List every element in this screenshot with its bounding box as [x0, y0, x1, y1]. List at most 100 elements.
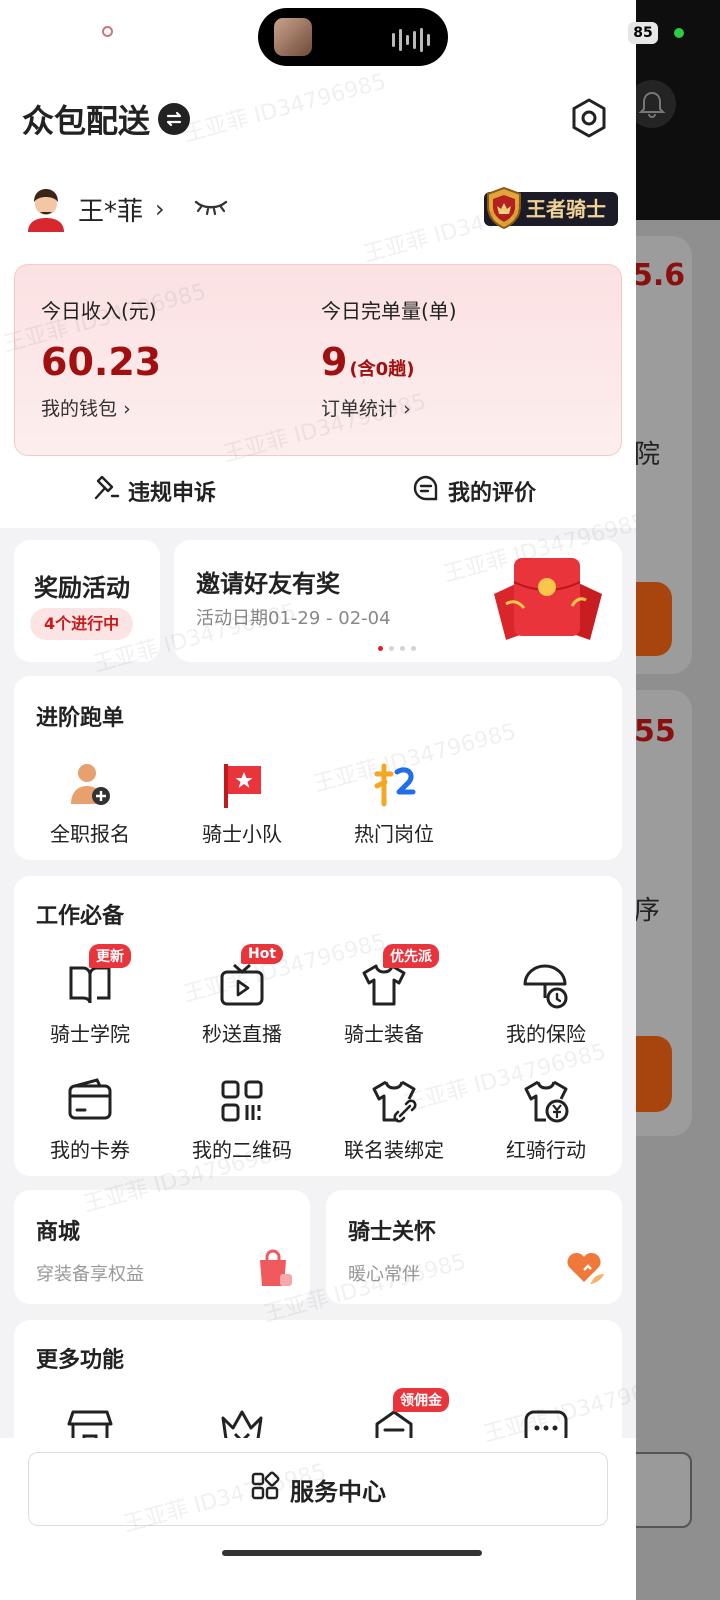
appeal-button[interactable]: 违规申诉: [92, 474, 216, 508]
user-name: 王*菲: [78, 196, 144, 227]
hot-tag: Hot: [241, 944, 284, 964]
knight-academy-item[interactable]: 更新 骑士学院: [14, 944, 166, 1047]
insurance-umbrella-icon: [521, 960, 571, 1010]
user-profile-row[interactable]: 王*菲 ›: [24, 186, 229, 232]
wallet-link-label: 我的钱包: [41, 398, 118, 420]
item-label: 全职报名: [50, 822, 130, 846]
red-rider-action-item[interactable]: 红骑行动: [470, 1076, 622, 1163]
battery-indicator: 85: [628, 22, 658, 44]
mall-title: 商城: [36, 1220, 81, 1245]
background-text: 55: [634, 714, 676, 749]
reward-title: 奖励活动: [34, 574, 130, 602]
audio-wave-icon: [392, 28, 430, 52]
order-stats-link-label: 订单统计: [321, 398, 398, 420]
knight-team-flag-icon: [217, 760, 267, 810]
section-title: 工作必备: [36, 904, 125, 929]
app-title-row[interactable]: 众包配送: [22, 96, 191, 142]
king-shield-icon: [484, 186, 524, 230]
red-envelope-icon: [486, 554, 610, 646]
background-text: 院: [634, 440, 661, 470]
item-label: 我的保险: [506, 1022, 586, 1046]
update-tag: 更新: [89, 944, 131, 968]
invite-title: 邀请好友有奖: [196, 570, 340, 598]
knight-gear-item[interactable]: 优先派 骑士装备: [308, 944, 460, 1047]
heart-hand-icon: [564, 1248, 606, 1292]
work-essentials-section: 工作必备 更新 骑士学院 Hot 秒送直播 优先派 骑士装备 我的保险 我的卡券…: [14, 876, 622, 1176]
today-income-value: 60.23: [41, 340, 162, 384]
settings-gear-icon[interactable]: [568, 96, 610, 140]
live-tv-icon: Hot: [217, 944, 284, 1010]
active-count-pill: 4个进行中: [30, 608, 134, 640]
camera-in-use-dot: [674, 28, 684, 38]
chevron-right-icon: ›: [403, 398, 411, 420]
item-label: 骑士装备: [344, 1022, 424, 1046]
my-coupons-item[interactable]: 我的卡券: [14, 1076, 166, 1163]
shirt-yen-icon: [521, 1076, 571, 1126]
app-title: 众包配送: [22, 102, 151, 140]
today-income-card: 今日收入(元) 60.23 我的钱包 › 今日完单量(单) 9 (含0趟) 订单统…: [14, 264, 622, 456]
fulltime-signup-item[interactable]: 全职报名: [14, 760, 166, 847]
quick-links: 违规申诉 我的评价: [0, 468, 636, 514]
today-income-label: 今日收入(元): [41, 299, 157, 323]
section-title: 进阶跑单: [36, 706, 125, 731]
section-title: 更多功能: [36, 1348, 125, 1373]
switch-mode-icon[interactable]: [158, 103, 191, 135]
wallet-link[interactable]: 我的钱包 ›: [41, 394, 161, 421]
commission-tag: 领佣金: [393, 1388, 449, 1412]
shirt-link-icon: [369, 1076, 419, 1126]
bottom-bar: 服务中心: [0, 1438, 636, 1600]
comment-icon: [412, 474, 440, 508]
qrcode-icon: [217, 1076, 267, 1126]
hot-jobs-item[interactable]: 热门岗位: [318, 760, 470, 847]
knight-care-card[interactable]: 骑士关怀 暖心常伴: [326, 1190, 622, 1304]
hot-jobs-icon: [369, 760, 419, 810]
home-indicator[interactable]: [222, 1550, 482, 1556]
order-stats-link[interactable]: 订单统计 ›: [321, 394, 457, 421]
my-reviews-label: 我的评价: [448, 481, 537, 506]
item-label: 我的卡券: [50, 1138, 130, 1162]
fulltime-signup-icon: [65, 760, 115, 810]
today-orders-note: (含0趟): [349, 359, 415, 380]
background-text: 5.6: [632, 258, 686, 293]
care-subtitle: 暖心常伴: [348, 1264, 420, 1285]
advanced-orders-section: 进阶跑单 全职报名 骑士小队 热门岗位: [14, 676, 622, 860]
today-orders-value: 9: [321, 340, 348, 384]
card-icon: [65, 1076, 115, 1126]
item-label: 骑士小队: [202, 822, 282, 846]
carousel-dots: [378, 646, 416, 651]
grid-apps-icon: [250, 1471, 280, 1507]
my-reviews-button[interactable]: 我的评价: [412, 474, 536, 508]
care-title: 骑士关怀: [348, 1220, 437, 1245]
background-text: 序: [634, 896, 661, 926]
dynamic-island: [258, 8, 448, 66]
my-insurance-item[interactable]: 我的保险: [470, 960, 622, 1047]
item-label: 热门岗位: [354, 822, 434, 846]
appeal-hammer-icon: [92, 474, 120, 508]
media-thumbnail: [274, 18, 312, 56]
chevron-right-icon: ›: [155, 195, 165, 223]
hide-eye-icon[interactable]: [193, 197, 229, 221]
item-label: 秒送直播: [202, 1022, 282, 1046]
my-qrcode-item[interactable]: 我的二维码: [166, 1076, 318, 1163]
mall-card[interactable]: 商城 穿装备享权益: [14, 1190, 310, 1304]
co-brand-binding-item[interactable]: 联名装绑定: [318, 1076, 470, 1163]
service-center-label: 服务中心: [290, 1477, 386, 1506]
income-column: 今日收入(元) 60.23 我的钱包 ›: [41, 295, 161, 421]
orders-column: 今日完单量(单) 9 (含0趟) 订单统计 ›: [321, 295, 457, 421]
side-drawer: 众包配送 王*菲 › 王者骑士 今日收入(元) 60.23 我的钱包 › 今日完…: [0, 0, 636, 1600]
service-center-button[interactable]: 服务中心: [28, 1452, 608, 1526]
chevron-right-icon: ›: [123, 398, 131, 420]
invite-friends-banner[interactable]: 邀请好友有奖 活动日期01-29 - 02-04: [174, 540, 622, 662]
item-label: 我的二维码: [192, 1138, 292, 1162]
knight-level-badge[interactable]: 王者骑士: [484, 186, 618, 230]
appeal-label: 违规申诉: [128, 481, 217, 506]
priority-tag: 优先派: [383, 944, 439, 968]
knight-team-item[interactable]: 骑士小队: [166, 760, 318, 847]
academy-book-icon: 更新: [65, 944, 131, 1010]
live-stream-item[interactable]: Hot 秒送直播: [166, 944, 318, 1047]
avatar[interactable]: [24, 186, 68, 232]
today-orders-value-row: 9 (含0趟): [321, 340, 457, 386]
reward-activities-card[interactable]: 奖励活动 4个进行中: [14, 540, 160, 662]
shopping-bag-icon: [254, 1248, 294, 1292]
invite-date: 活动日期01-29 - 02-04: [196, 608, 391, 629]
